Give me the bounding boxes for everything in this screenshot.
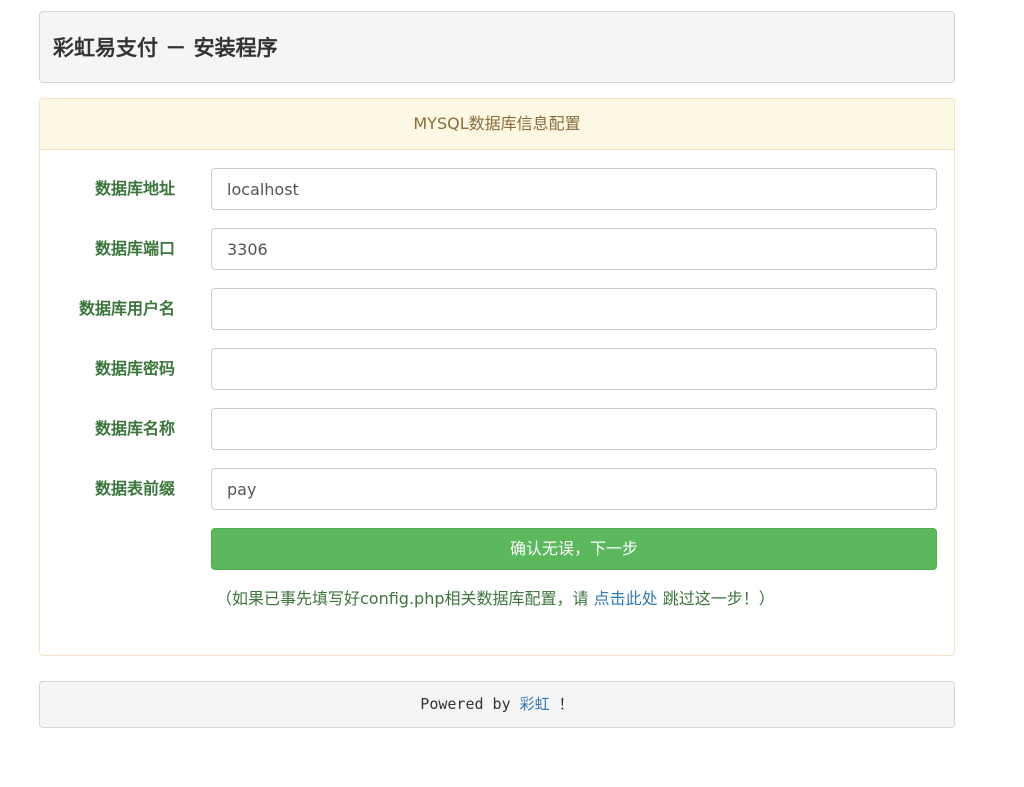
table-prefix-input[interactable]: [211, 468, 937, 510]
db-port-input[interactable]: [211, 228, 937, 270]
footer-link[interactable]: 彩虹: [520, 695, 550, 713]
table-prefix-label: 数据表前缀: [94, 479, 175, 498]
db-name-label: 数据库名称: [94, 419, 175, 438]
footer: Powered by 彩虹 ！: [39, 681, 955, 728]
db-user-input[interactable]: [211, 288, 937, 330]
db-port-label: 数据库端口: [94, 239, 175, 258]
footer-prefix: Powered by: [420, 695, 520, 713]
db-password-input[interactable]: [211, 348, 937, 390]
footer-suffix: ！: [549, 695, 574, 713]
submit-button[interactable]: 确认无误，下一步: [211, 528, 937, 570]
hint-suffix: 跳过这一步！）: [657, 589, 775, 608]
db-name-row: 数据库名称: [40, 408, 956, 450]
section-title: MYSQL数据库信息配置: [40, 99, 954, 150]
db-host-label: 数据库地址: [94, 179, 175, 198]
skip-hint: （如果已事先填写好config.php相关数据库配置，请 点击此处 跳过这一步！…: [216, 588, 775, 610]
hint-prefix: （如果已事先填写好config.php相关数据库配置，请: [216, 589, 594, 608]
db-host-row: 数据库地址: [40, 168, 956, 210]
db-user-row: 数据库用户名: [40, 288, 956, 330]
db-name-input[interactable]: [211, 408, 937, 450]
db-user-label: 数据库用户名: [78, 299, 175, 318]
db-password-label: 数据库密码: [94, 359, 175, 378]
page-title: 彩虹易支付 － 安装程序: [53, 36, 278, 60]
db-host-input[interactable]: [211, 168, 937, 210]
table-prefix-row: 数据表前缀: [40, 468, 956, 510]
install-header-panel: 彩虹易支付 － 安装程序: [39, 11, 955, 83]
mysql-config-panel: MYSQL数据库信息配置 数据库地址 数据库端口 数据库用户名 数据库密码 数据…: [39, 98, 955, 656]
db-port-row: 数据库端口: [40, 228, 956, 270]
db-password-row: 数据库密码: [40, 348, 956, 390]
skip-link[interactable]: 点击此处: [594, 589, 658, 608]
